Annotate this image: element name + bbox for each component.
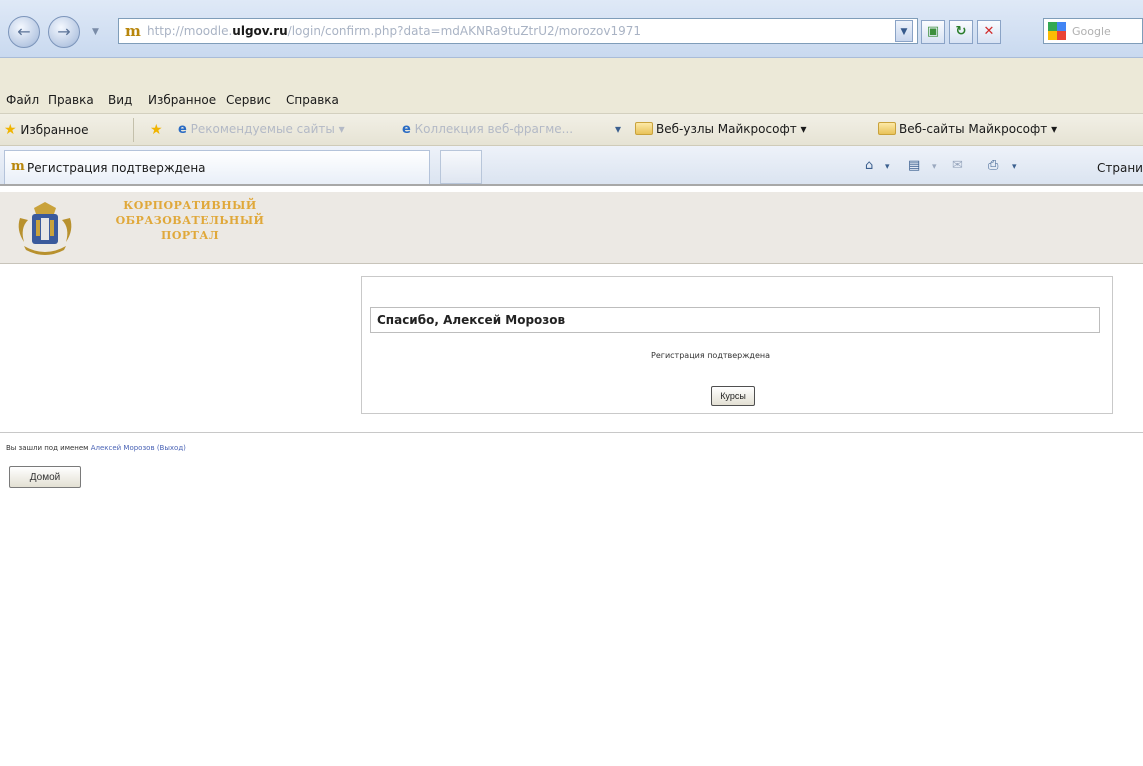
url-text: http://moodle.ulgov.ru/login/confirm.php… xyxy=(147,24,641,38)
separator xyxy=(133,118,134,142)
feeds-icon[interactable]: ▤ xyxy=(908,158,920,173)
star-icon: ★ xyxy=(4,122,17,138)
url-input[interactable]: m http://moodle.ulgov.ru/login/confirm.p… xyxy=(118,18,918,44)
page-menu[interactable]: Страни xyxy=(1097,161,1143,175)
portal-title-line1: КОРПОРАТИВНЫЙ xyxy=(123,199,257,212)
compatibility-icon[interactable]: ▣ xyxy=(921,20,945,44)
ie-page-icon: e xyxy=(178,122,187,137)
new-tab-button[interactable] xyxy=(440,150,482,184)
forward-arrow-icon[interactable]: → xyxy=(48,16,80,48)
menu-tools[interactable]: Сервис xyxy=(226,93,271,107)
courses-button[interactable]: Курсы xyxy=(711,386,755,406)
feeds-dropdown-icon[interactable]: ▾ xyxy=(932,162,937,172)
add-star-icon: ★ xyxy=(150,122,163,138)
history-dropdown-icon[interactable]: ▼ xyxy=(92,27,99,37)
folder-icon xyxy=(635,122,653,135)
fav-web-slices[interactable]: e Коллекция веб-фрагме... xyxy=(402,122,573,137)
home-icon[interactable]: ⌂ xyxy=(865,158,873,173)
refresh-icon[interactable]: ↻ xyxy=(949,20,973,44)
ie-page-icon: e xyxy=(402,122,411,137)
tab-registration-confirmed[interactable]: m Регистрация подтверждена xyxy=(4,150,430,184)
login-info: Вы зашли под именем Алексей Морозов (Вых… xyxy=(6,444,186,452)
favorites-button[interactable]: ★ Избранное xyxy=(4,122,89,138)
confirmation-message: Регистрация подтверждена xyxy=(651,351,771,360)
url-dropdown-icon[interactable]: ▼ xyxy=(895,20,913,42)
menu-help[interactable]: Справка xyxy=(286,93,339,107)
mail-icon[interactable]: ✉ xyxy=(952,158,963,173)
menu-view[interactable]: Вид xyxy=(108,93,132,107)
tab-favicon-icon: m xyxy=(11,159,25,174)
print-icon[interactable]: ⎙ xyxy=(988,158,998,173)
fav-suggested-sites[interactable]: e Рекомендуемые сайты ▾ xyxy=(178,122,345,137)
menubar-background xyxy=(0,58,1143,84)
fav-ms-sites[interactable]: Веб-сайты Майкрософт ▾ xyxy=(878,122,1057,136)
fav-ms-nodes[interactable]: Веб-узлы Майкрософт ▾ xyxy=(635,122,807,136)
folder-icon xyxy=(878,122,896,135)
fav-web-slices-label: Коллекция веб-фрагме... xyxy=(414,122,574,136)
portal-title-line2: ОБРАЗОВАТЕЛЬНЫЙ xyxy=(115,214,265,227)
thanks-heading: Спасибо, Алексей Морозов xyxy=(377,313,566,327)
portal-title: КОРПОРАТИВНЫЙ ОБРАЗОВАТЕЛЬНЫЙ ПОРТАЛ xyxy=(90,198,290,243)
home-dropdown-icon[interactable]: ▾ xyxy=(885,162,890,172)
home-button[interactable]: Домой xyxy=(9,466,81,488)
google-icon xyxy=(1048,22,1066,40)
menu-edit[interactable]: Правка xyxy=(48,93,94,107)
login-info-prefix: Вы зашли под именем xyxy=(6,444,89,452)
thanks-heading-box: Спасибо, Алексей Морозов xyxy=(370,307,1100,333)
fav-ms-nodes-label: Веб-узлы Майкрософт ▾ xyxy=(656,122,807,136)
site-favicon-icon: m xyxy=(125,22,141,40)
portal-title-line3: ПОРТАЛ xyxy=(160,229,220,242)
menu-file[interactable]: Файл xyxy=(6,93,39,107)
divider xyxy=(0,432,1143,433)
stop-icon[interactable]: ✕ xyxy=(977,20,1001,44)
add-favorite-icon[interactable]: ★ xyxy=(150,122,163,138)
coat-of-arms-logo xyxy=(18,202,72,255)
tab-title: Регистрация подтверждена xyxy=(27,161,206,175)
fav-dropdown-icon[interactable]: ▾ xyxy=(615,122,621,136)
print-dropdown-icon[interactable]: ▾ xyxy=(1012,162,1017,172)
menu-favorites[interactable]: Избранное xyxy=(148,93,216,107)
favorites-label: Избранное xyxy=(20,123,89,137)
user-profile-link[interactable]: Алексей Морозов xyxy=(91,444,155,452)
back-arrow-icon[interactable]: ← xyxy=(8,16,40,48)
fav-ms-sites-label: Веб-сайты Майкрософт ▾ xyxy=(899,122,1058,136)
fav-suggested-label: Рекомендуемые сайты ▾ xyxy=(190,122,345,136)
logout-link[interactable]: (Выход) xyxy=(157,444,186,452)
search-placeholder: Google xyxy=(1072,25,1111,38)
search-input[interactable]: Google xyxy=(1043,18,1143,44)
